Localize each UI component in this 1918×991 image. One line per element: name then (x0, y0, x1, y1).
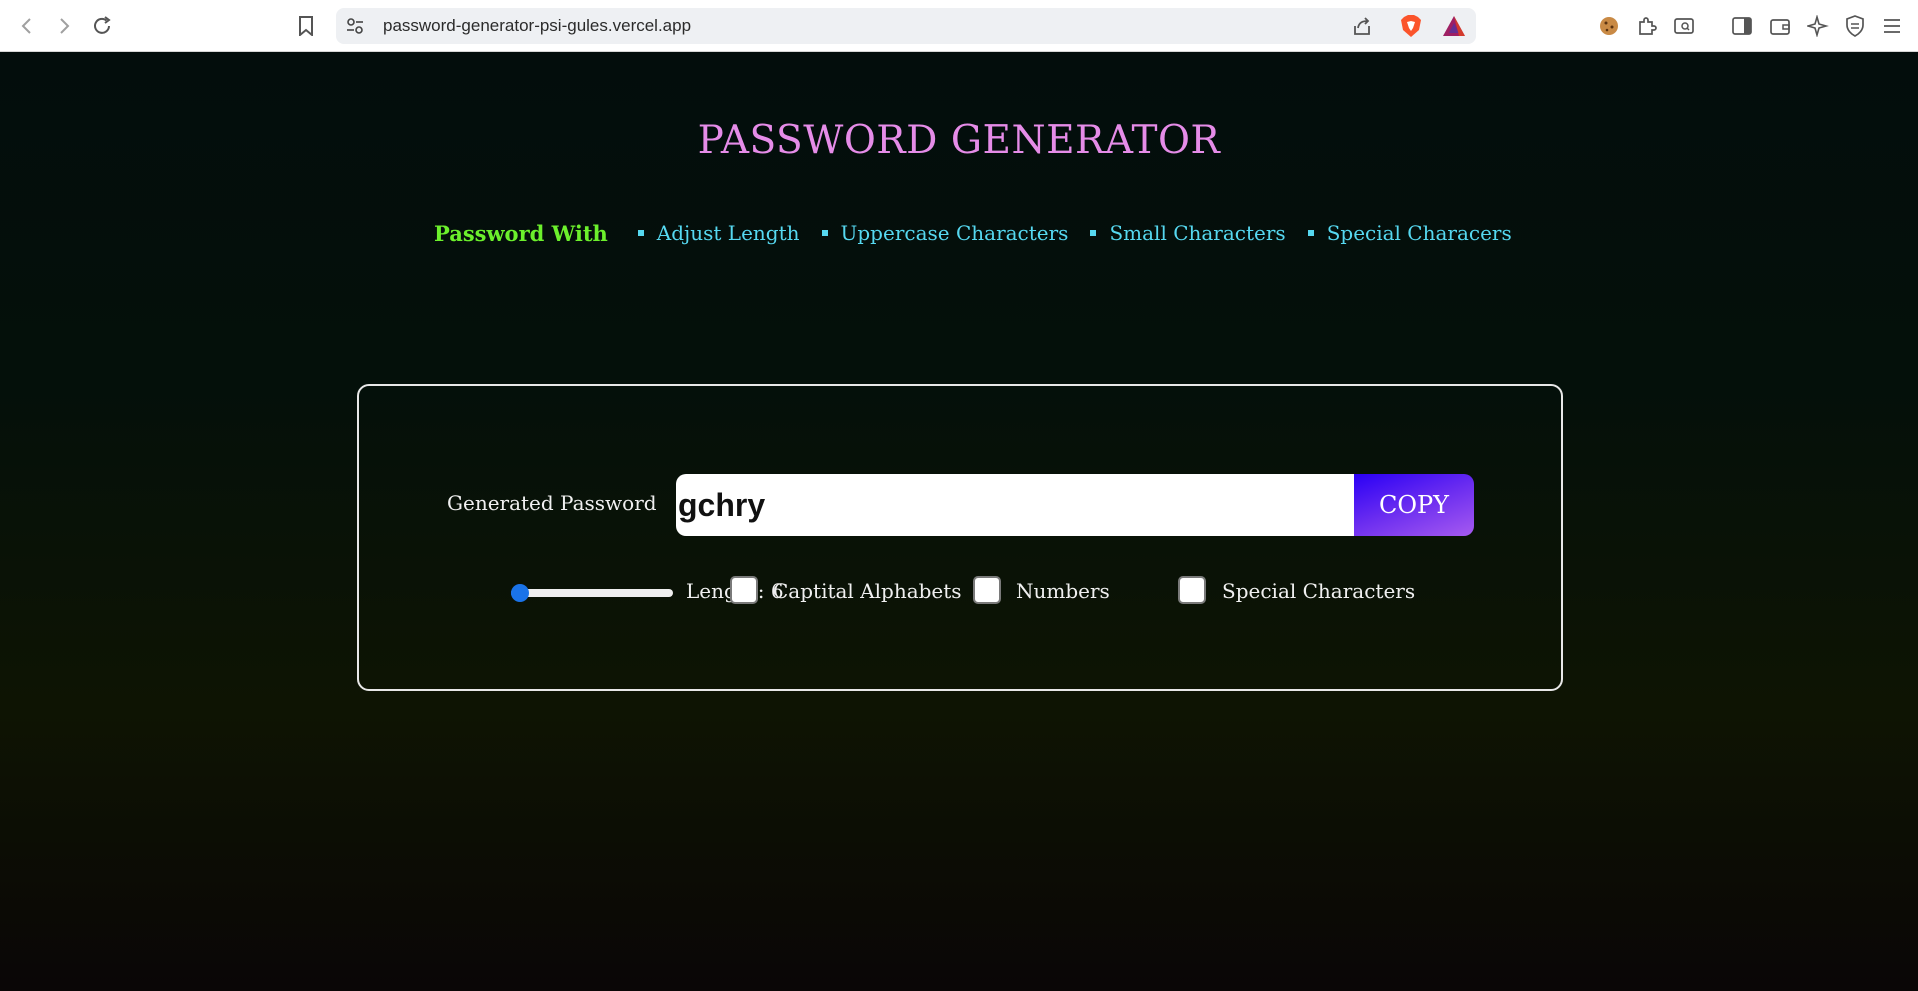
reader-mode-icon[interactable] (1671, 13, 1697, 39)
reload-icon[interactable] (88, 12, 116, 40)
feature-item: Special Characers (1307, 221, 1512, 245)
address-bar[interactable]: password-generator-psi-gules.vercel.app (336, 8, 1476, 44)
bullet-icon (1307, 230, 1314, 236)
page-title: PASSWORD GENERATOR (697, 118, 1221, 163)
brave-rewards-icon[interactable] (1442, 15, 1466, 37)
sidebar-icon[interactable] (1729, 13, 1755, 39)
back-icon[interactable] (13, 12, 41, 40)
url-text[interactable]: password-generator-psi-gules.vercel.app (383, 16, 691, 36)
forward-icon[interactable] (50, 12, 78, 40)
features-lead: Password With (434, 220, 608, 246)
numbers-label[interactable]: Numbers (1016, 579, 1110, 603)
special-characters-checkbox[interactable] (1178, 576, 1206, 604)
password-output[interactable] (676, 474, 1354, 536)
generated-password-label: Generated Password (447, 491, 657, 515)
page-content: PASSWORD GENERATOR Password With Adjust … (0, 52, 1918, 991)
capital-alphabets-checkbox[interactable] (730, 576, 758, 604)
numbers-checkbox[interactable] (973, 576, 1001, 604)
generator-card: Generated Password COPY Length: 6 Captit… (357, 384, 1563, 691)
feature-item: Uppercase Characters (821, 221, 1068, 245)
bullet-icon (1090, 230, 1097, 236)
browser-toolbar: password-generator-psi-gules.vercel.app (0, 0, 1918, 52)
menu-icon[interactable] (1879, 13, 1905, 39)
slider-track (511, 589, 673, 597)
brave-shields-icon[interactable] (1400, 14, 1422, 38)
length-slider[interactable] (511, 581, 673, 605)
vpn-shield-icon[interactable] (1842, 13, 1868, 39)
bullet-icon (821, 230, 828, 236)
feature-item: Adjust Length (637, 221, 800, 245)
copy-button[interactable]: COPY (1354, 474, 1474, 536)
special-characters-label[interactable]: Special Characters (1222, 579, 1415, 603)
site-settings-icon[interactable] (346, 17, 364, 35)
extensions-puzzle-icon[interactable] (1634, 13, 1660, 39)
slider-thumb[interactable] (511, 584, 529, 602)
cookie-extension-icon[interactable] (1596, 13, 1622, 39)
bookmark-icon[interactable] (292, 12, 320, 40)
features-list: Password With Adjust Length Uppercase Ch… (434, 217, 1534, 249)
share-icon[interactable] (1352, 16, 1372, 36)
capital-alphabets-label[interactable]: Captital Alphabets (773, 579, 962, 603)
wallet-icon[interactable] (1767, 13, 1793, 39)
feature-item: Small Characters (1090, 221, 1286, 245)
bullet-icon (637, 230, 644, 236)
leo-ai-icon[interactable] (1805, 13, 1831, 39)
